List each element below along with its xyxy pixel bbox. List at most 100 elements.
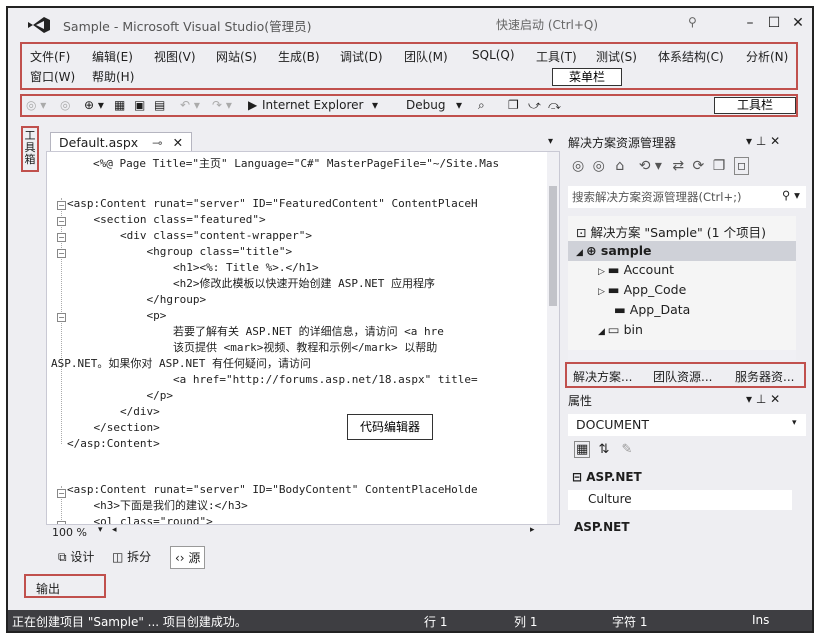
- tab-server-explorer[interactable]: 服务器资...: [735, 368, 794, 385]
- menu-file[interactable]: 文件(F): [30, 48, 70, 65]
- folder-icon: ▬: [607, 282, 624, 297]
- save-all-icon[interactable]: ▤: [154, 98, 165, 112]
- properties-panel: DOCUMENT ▾ ▦ ⇅ ✎ ⊟ ASP.NET Culture ASP.N…: [568, 414, 806, 540]
- open-icon[interactable]: ▦: [114, 98, 125, 112]
- config-select[interactable]: Debug: [406, 98, 445, 112]
- refresh-icon[interactable]: ⇄: [672, 158, 684, 174]
- status-column: 列 1: [514, 615, 538, 629]
- scrollbar-thumb[interactable]: [549, 186, 557, 306]
- menu-test[interactable]: 测试(S): [596, 48, 637, 65]
- tree-item-account[interactable]: ▷ ▬ Account: [598, 262, 674, 277]
- menu-build[interactable]: 生成(B): [278, 48, 320, 65]
- save-icon[interactable]: ▣: [134, 98, 145, 112]
- zoom-level[interactable]: 100 %: [52, 526, 87, 539]
- uncomment-icon[interactable]: ⤼: [548, 98, 561, 113]
- vs-window: Sample - Microsoft Visual Studio(管理员) 快速…: [6, 6, 814, 633]
- chevron-down-icon[interactable]: ▾: [98, 525, 103, 535]
- tree-item-solution[interactable]: ⊡ 解决方案 "Sample" (1 个项目): [576, 222, 766, 241]
- start-debug-icon[interactable]: ▶: [248, 98, 257, 112]
- show-all-icon[interactable]: ❐: [713, 158, 726, 174]
- window-title: Sample - Microsoft Visual Studio(管理员): [63, 19, 312, 34]
- scroll-left-icon[interactable]: ◂: [112, 525, 117, 535]
- code-editor[interactable]: − − − − − − − <%@ Page Title="主页" Langua…: [46, 151, 560, 525]
- code-text: <%@ Page Title="主页" Language="C#" Master…: [47, 152, 545, 524]
- menu-team[interactable]: 团队(M): [404, 48, 448, 65]
- forward-icon[interactable]: ◎: [593, 158, 605, 174]
- menu-tools[interactable]: 工具(T): [536, 48, 577, 65]
- menu-analyze[interactable]: 分析(N): [746, 48, 788, 65]
- redo-icon[interactable]: ↷ ▾: [212, 98, 232, 112]
- properties-row[interactable]: Culture: [568, 490, 792, 510]
- tab-solution-explorer[interactable]: 解决方案...: [573, 368, 632, 385]
- properties-icon[interactable]: ▫: [733, 157, 750, 175]
- browser-select[interactable]: Internet Explorer: [262, 98, 363, 112]
- forward-icon[interactable]: ◎: [60, 98, 70, 112]
- tree-item-project[interactable]: ◢ ⊕ sample: [576, 243, 652, 258]
- search-icon: ⚲ ▾: [782, 188, 800, 202]
- properties-category-label: ASP.NET: [586, 470, 642, 484]
- panel-options-icon[interactable]: ▾ ⊥ ✕: [746, 134, 780, 148]
- menu-window[interactable]: 窗口(W): [30, 68, 75, 85]
- menu-edit[interactable]: 编辑(E): [92, 48, 133, 65]
- menu-website[interactable]: 网站(S): [216, 48, 257, 65]
- properties-object-select[interactable]: DOCUMENT ▾: [568, 414, 806, 436]
- solution-search-input[interactable]: 搜索解决方案资源管理器(Ctrl+;) ⚲ ▾: [568, 186, 806, 208]
- undo-icon[interactable]: ↶ ▾: [180, 98, 200, 112]
- collapsed-icon: ▷: [598, 287, 608, 297]
- tab-split[interactable]: ◫ 拆分: [108, 546, 155, 567]
- code-line: <p>: [67, 309, 167, 322]
- back-icon[interactable]: ◎ ▾: [26, 98, 46, 112]
- editor-vertical-scrollbar[interactable]: [547, 152, 559, 524]
- properties-category[interactable]: ⊟ ASP.NET: [568, 468, 792, 488]
- menu-view[interactable]: 视图(V): [154, 48, 196, 65]
- chevron-down-icon: ▾: [372, 98, 379, 112]
- tree-item-label: bin: [623, 322, 643, 337]
- close-button[interactable]: ✕: [786, 12, 810, 34]
- bookmark-icon[interactable]: ❐: [508, 98, 519, 112]
- quick-launch-input[interactable]: 快速启动 (Ctrl+Q) ⚲: [492, 14, 724, 34]
- find-icon[interactable]: ⌕: [478, 98, 485, 113]
- close-tab-icon[interactable]: ✕: [173, 135, 183, 150]
- folder-icon: ▬: [614, 302, 630, 317]
- home-icon[interactable]: ⌂: [615, 158, 624, 174]
- code-line: </p>: [67, 389, 173, 402]
- menu-sql[interactable]: SQL(Q): [472, 48, 515, 62]
- collapse-icon[interactable]: ⟳: [693, 158, 705, 174]
- tab-team-explorer[interactable]: 团队资源...: [653, 368, 712, 385]
- wrench-icon[interactable]: ✎: [621, 442, 632, 457]
- minimize-button[interactable]: –: [738, 12, 762, 34]
- tree-item-bin[interactable]: ◢ ▭ bin: [598, 322, 643, 337]
- tab-design[interactable]: ⧉ 设计: [54, 546, 98, 567]
- tab-label: Default.aspx: [59, 135, 139, 150]
- editor-tab-bar: Default.aspx ⊸ ✕ ▾: [46, 132, 560, 152]
- menu-debug[interactable]: 调试(D): [340, 48, 383, 65]
- menu-bar: 文件(F) 编辑(E) 视图(V) 网站(S) 生成(B) 调试(D) 团队(M…: [20, 42, 798, 90]
- output-tab[interactable]: 输出: [24, 574, 106, 598]
- tab-source[interactable]: ‹› 源: [170, 546, 206, 569]
- panel-options-icon[interactable]: ▾ ⊥ ✕: [746, 392, 780, 406]
- comment-icon[interactable]: ⤻: [528, 98, 541, 113]
- categorized-icon[interactable]: ▦: [574, 441, 591, 458]
- maximize-button[interactable]: ☐: [762, 12, 786, 34]
- chevron-down-icon[interactable]: ▾: [548, 136, 553, 147]
- tab-default-aspx[interactable]: Default.aspx ⊸ ✕: [50, 132, 193, 152]
- split-icon: ◫: [112, 550, 128, 564]
- solution-tree: ⊡ 解决方案 "Sample" (1 个项目) ◢ ⊕ sample ▷ ▬ A…: [568, 216, 796, 350]
- scroll-right-icon[interactable]: ▸: [530, 525, 535, 535]
- tree-item-app-data[interactable]: ▬ App_Data: [614, 302, 690, 317]
- pin-icon[interactable]: ⊸: [152, 135, 162, 150]
- solution-horizontal-scrollbar[interactable]: [568, 350, 796, 360]
- menu-help[interactable]: 帮助(H): [92, 68, 134, 85]
- toolbox-tab[interactable]: 工 具 箱: [21, 126, 39, 172]
- back-icon[interactable]: ◎: [572, 158, 584, 174]
- design-icon: ⧉: [58, 550, 71, 564]
- tree-item-app-code[interactable]: ▷ ▬ App_Code: [598, 282, 686, 297]
- code-line: <h2>修改此模板以快速开始创建 ASP.NET 应用程序: [67, 277, 436, 290]
- alphabetical-icon[interactable]: ⇅: [598, 442, 609, 457]
- tree-item-label: sample: [600, 243, 652, 258]
- code-line: <div class="content-wrapper">: [67, 229, 313, 242]
- new-project-icon[interactable]: ⊕ ▾: [84, 98, 104, 112]
- collapsed-icon: ▷: [598, 267, 608, 277]
- menu-architecture[interactable]: 体系结构(C): [658, 48, 724, 65]
- sync-icon[interactable]: ⟲ ▾: [639, 158, 662, 174]
